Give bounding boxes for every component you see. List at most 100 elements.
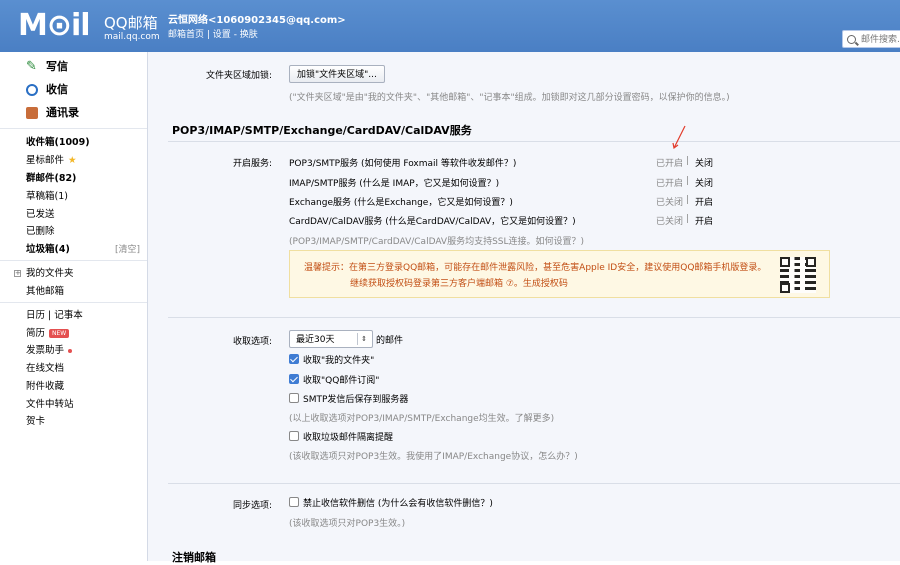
mail-search-input[interactable]: 邮件搜索... [842,30,900,48]
divider-bar: | [686,195,690,205]
logo-mail-text: M⊙il [18,8,91,43]
option-smtp-save: SMTP发信后保存到服务器 [303,395,409,405]
contacts-icon [26,107,38,119]
inbox-icon [26,84,38,96]
checkbox-prevent-delete[interactable] [289,497,299,507]
compose-button[interactable]: ✎ 写信 [26,58,68,76]
settings-panel: 文件夹区域加锁: 加锁"文件夹区域"... ("文件夹区域"是由"我的文件夹"、… [148,52,900,564]
sidebar-item-starred[interactable]: 星标邮件 ★ [26,153,77,169]
search-placeholder: 邮件搜索... [861,35,900,45]
service-pop3-toggle[interactable]: 关闭 [695,156,713,169]
service-carddav[interactable]: CardDAV/CalDAV服务 (什么是CardDAV/CalDAV，它又是如… [289,214,576,227]
divider-bar: | [686,176,690,186]
sync-options-label: 同步选项: [232,501,272,511]
qr-code-icon [780,257,816,293]
resume-label: 简历 [26,328,46,339]
sidebar-item-deleted[interactable]: 已删除 [26,224,55,240]
header-links: 邮箱首页 | 设置 - 换肤 [168,30,258,40]
receive-note-2: (该收取选项只对POP3生效。我使用了IMAP/Exchange协议，怎么办？) [289,452,578,462]
qq-mail-logo[interactable]: M⊙il QQ邮箱 mail.qq.com [18,8,160,46]
sidebar-item-spam[interactable]: 垃圾箱(4) [26,242,70,258]
service-carddav-state: 已关闭 [656,217,684,227]
service-imap-toggle[interactable]: 关闭 [695,176,713,189]
service-exchange[interactable]: Exchange服务 (什么是Exchange，它又是如何设置？) [289,195,513,208]
service-pop3-state: 已开启 [656,159,684,169]
logo-domain: mail.qq.com [104,32,160,42]
calendar-link[interactable]: 日历 [26,310,45,321]
option-prevent-delete: 禁止收信软件删信 (为什么会有收信软件删信？) [303,499,493,509]
clear-spam-link[interactable]: [清空] [115,242,140,258]
sidebar-item-inbox[interactable]: 收件箱(1009) [26,135,90,151]
notes-link[interactable]: 记事本 [54,310,83,321]
option-qq-subscriptions: 收取"QQ邮件订阅" [303,376,380,386]
invoice-label: 发票助手 [26,345,65,356]
notification-dot [68,348,73,353]
new-badge: NEW [49,329,70,338]
section-divider [168,141,900,142]
receive-range-select[interactable]: 最近30天 ⇕ [289,330,373,348]
search-icon [847,35,856,44]
sidebar-item-my-folders[interactable]: 我的文件夹 [26,266,74,282]
receive-button[interactable]: 收信 [26,81,68,99]
divider-bar: | [686,156,690,166]
checkbox-qq-subscriptions[interactable] [289,374,299,384]
receive-range-value: 最近30天 [296,335,335,345]
section-title-services: POP3/IMAP/SMTP/Exchange/CardDAV/CalDAV服务 [172,124,472,137]
select-arrows-icon: ⇕ [357,333,370,345]
checkbox-spam-alert[interactable] [289,431,299,441]
sidebar-divider [0,128,147,129]
skin-link[interactable]: 换肤 [240,30,258,40]
service-exchange-toggle[interactable]: 开启 [695,195,713,208]
folder-lock-label: 文件夹区域加锁: [205,71,272,81]
star-icon: ★ [68,155,77,166]
section-title-cancel: 注销邮箱 [172,551,216,564]
sidebar: ✎ 写信 收信 通讯录 收件箱(1009) 星标邮件 ★ 群邮件(82) 草稿箱(… [0,52,148,561]
folder-lock-button[interactable]: 加锁"文件夹区域"... [289,65,385,83]
sidebar-item-attachments[interactable]: 附件收藏 [26,379,64,395]
user-account: 云恒网络<1060902345@qq.com> [168,15,346,26]
service-imap-smtp[interactable]: IMAP/SMTP服务 (什么是 IMAP，它又是如何设置？) [289,176,499,189]
sidebar-item-resume[interactable]: 简历 NEW [26,326,70,342]
red-arrow-annotation [672,125,686,150]
checkbox-my-folders[interactable] [289,354,299,364]
service-imap-state: 已开启 [656,179,684,189]
sidebar-item-group[interactable]: 群邮件(82) [26,171,76,187]
tip-line-1: 温馨提示：在第三方登录QQ邮箱，可能存在邮件泄露风险，甚至危害Apple ID安… [304,263,767,273]
folder-lock-description: ("文件夹区域"是由"我的文件夹"、"其他邮箱"、"记事本"组成。加锁即对这几部… [289,93,730,103]
sidebar-item-other-mailbox[interactable]: 其他邮箱 [26,284,64,300]
service-exchange-state: 已关闭 [656,198,684,208]
sidebar-divider [0,260,147,261]
sidebar-item-sent[interactable]: 已发送 [26,207,55,223]
receive-range-suffix: 的邮件 [376,336,404,346]
home-link[interactable]: 邮箱首页 [168,30,204,40]
security-tip-box: 温馨提示：在第三方登录QQ邮箱，可能存在邮件泄露风险，甚至危害Apple ID安… [289,250,830,298]
service-carddav-toggle[interactable]: 开启 [695,214,713,227]
section-divider [168,317,900,318]
sidebar-item-invoice[interactable]: 发票助手 [26,343,73,359]
receive-options-label: 收取选项: [232,337,272,347]
sidebar-divider [0,302,147,303]
receive-note-1: (以上收取选项对POP3/IMAP/SMTP/Exchange均生效。了解更多) [289,414,555,424]
option-spam-alert: 收取垃圾邮件隔离提醒 [303,433,394,443]
sidebar-item-greeting-cards[interactable]: 贺卡 [26,414,45,430]
ssl-note: (POP3/IMAP/SMTP/CardDAV/CalDAV服务均支持SSL连接… [289,237,585,247]
services-label: 开启服务: [232,159,272,169]
section-divider [168,483,900,484]
sidebar-item-drafts[interactable]: 草稿箱(1) [26,189,68,205]
sync-note: (该收取选项只对POP3生效。) [289,519,406,529]
pencil-icon: ✎ [26,59,37,74]
service-pop3-smtp[interactable]: POP3/SMTP服务 (如何使用 Foxmail 等软件收发邮件？) [289,156,516,169]
sidebar-item-file-transfer[interactable]: 文件中转站 [26,397,74,413]
header-bar: M⊙il QQ邮箱 mail.qq.com 云恒网络<1060902345@qq… [0,0,900,52]
contacts-label: 通讯录 [46,106,79,119]
settings-link[interactable]: 设置 [213,30,231,40]
tip-line-2[interactable]: 继续获取授权码登录第三方客户端邮箱 ⑦。生成授权码 [350,276,568,289]
contacts-button[interactable]: 通讯录 [26,104,79,122]
checkbox-smtp-save[interactable] [289,393,299,403]
sidebar-item-calendar-notes: 日历 | 记事本 [26,310,83,321]
sidebar-item-online-docs[interactable]: 在线文档 [26,361,64,377]
divider-bar: | [686,214,690,224]
option-my-folders: 收取"我的文件夹" [303,356,375,366]
expand-icon[interactable]: + [14,270,21,277]
compose-label: 写信 [46,60,68,73]
